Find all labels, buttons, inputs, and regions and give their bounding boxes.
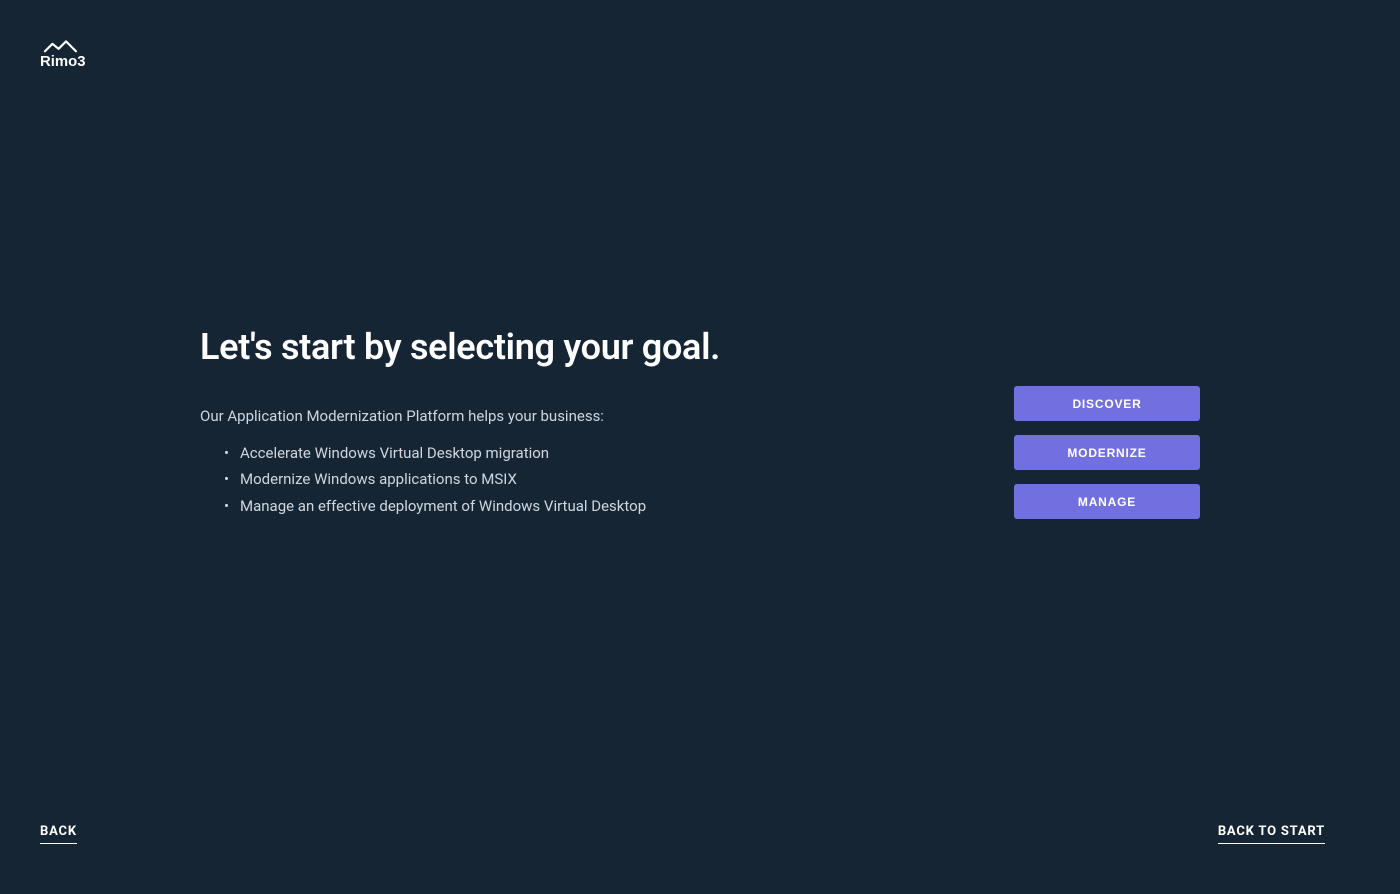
feature-item: Manage an effective deployment of Window… <box>240 493 720 519</box>
text-section: Let's start by selecting your goal. Our … <box>200 326 720 519</box>
rimo3-logo-icon: Rimo3 <box>40 40 102 70</box>
svg-text:Rimo3: Rimo3 <box>40 54 85 70</box>
page-heading: Let's start by selecting your goal. <box>200 326 720 368</box>
brand-logo: Rimo3 <box>40 40 102 70</box>
manage-button[interactable]: MANAGE <box>1014 484 1200 519</box>
back-link[interactable]: BACK <box>40 824 77 844</box>
feature-item: Accelerate Windows Virtual Desktop migra… <box>240 440 720 466</box>
intro-text: Our Application Modernization Platform h… <box>200 404 720 428</box>
main-content: Let's start by selecting your goal. Our … <box>200 326 1200 519</box>
back-to-start-link[interactable]: BACK TO START <box>1218 824 1325 844</box>
footer-navigation: BACK BACK TO START <box>40 824 1325 844</box>
modernize-button[interactable]: MODERNIZE <box>1014 435 1200 470</box>
feature-list: Accelerate Windows Virtual Desktop migra… <box>200 440 720 519</box>
discover-button[interactable]: DISCOVER <box>1014 386 1200 421</box>
feature-item: Modernize Windows applications to MSIX <box>240 466 720 492</box>
action-button-group: DISCOVER MODERNIZE MANAGE <box>1014 386 1200 519</box>
